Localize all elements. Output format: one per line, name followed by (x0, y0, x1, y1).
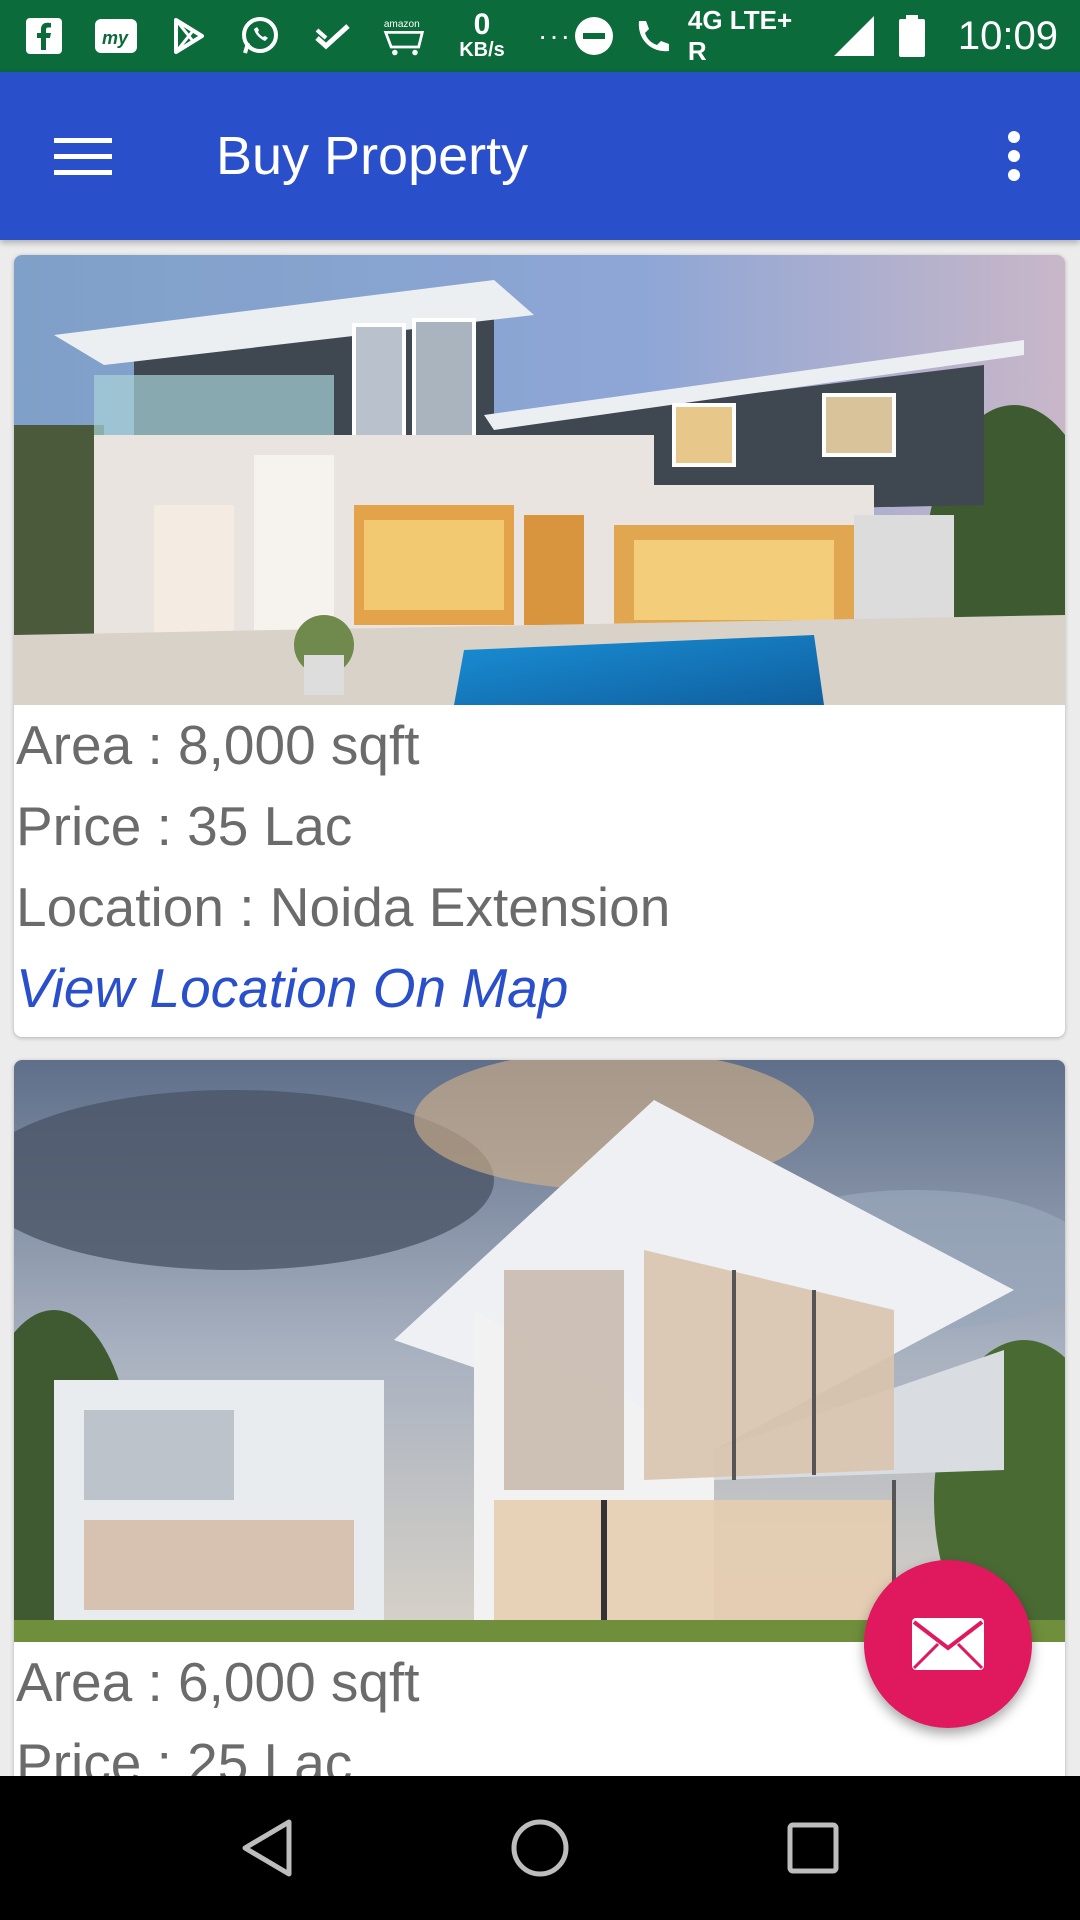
home-circle-icon (511, 1819, 569, 1877)
status-bar: my amazon 0 KB/s ··· 4G LTE+ R 10:09 (0, 0, 1080, 72)
more-notifications-indicator: ··· (538, 20, 572, 51)
property-card[interactable]: Area : 8,000 sqft Price : 35 Lac Locatio… (14, 255, 1065, 1037)
back-triangle-icon (242, 1819, 292, 1877)
property-photo[interactable] (14, 1060, 1065, 1642)
wifi-calling-icon (630, 14, 674, 58)
contact-mail-fab[interactable] (864, 1560, 1032, 1728)
battery-icon (890, 14, 934, 58)
signal-strength-icon (832, 14, 876, 58)
page-title: Buy Property (216, 126, 529, 186)
hamburger-menu-icon (54, 138, 112, 175)
svg-text:my: my (102, 28, 129, 48)
facebook-icon (22, 14, 66, 58)
more-vertical-icon (1008, 131, 1020, 181)
do-not-disturb-icon (572, 14, 616, 58)
property-price: Price : 25 Lac (16, 1732, 353, 1776)
overflow-menu-button[interactable] (984, 114, 1044, 198)
play-store-icon (166, 14, 210, 58)
navigation-menu-button[interactable] (42, 114, 126, 198)
recents-square-icon (787, 1822, 839, 1874)
notification-icons: my amazon 0 KB/s ··· (22, 8, 572, 62)
view-location-on-map-link[interactable]: View Location On Map (14, 948, 1065, 1029)
mytrip-app-icon: my (94, 14, 138, 58)
speed-unit: KB/s (459, 39, 505, 61)
mail-icon (912, 1618, 984, 1670)
network-type-label: 4G LTE+ R (687, 5, 793, 66)
recent-apps-button[interactable] (763, 1798, 863, 1898)
check-mark-icon (310, 14, 354, 58)
speed-value: 0 (473, 8, 491, 41)
back-button[interactable] (217, 1798, 317, 1898)
property-area: Area : 8,000 sqft (16, 714, 420, 776)
property-photo[interactable] (14, 255, 1065, 705)
data-speed-indicator: 0 KB/s (454, 8, 510, 62)
amazon-cart-icon: amazon (382, 14, 426, 58)
property-location: Location : Noida Extension (16, 876, 671, 938)
svg-text:amazon: amazon (384, 19, 420, 30)
home-button[interactable] (490, 1798, 590, 1898)
property-list[interactable]: Area : 8,000 sqft Price : 35 Lac Locatio… (0, 240, 1080, 1776)
system-navigation-bar (0, 1776, 1080, 1920)
app-bar: Buy Property (0, 72, 1080, 240)
whatsapp-icon (238, 14, 282, 58)
system-icons: 4G LTE+ R 10:09 (572, 5, 1058, 67)
card-bottom-spacer (14, 1029, 1065, 1037)
clock: 10:09 (957, 13, 1058, 58)
property-price: Price : 35 Lac (16, 795, 353, 857)
